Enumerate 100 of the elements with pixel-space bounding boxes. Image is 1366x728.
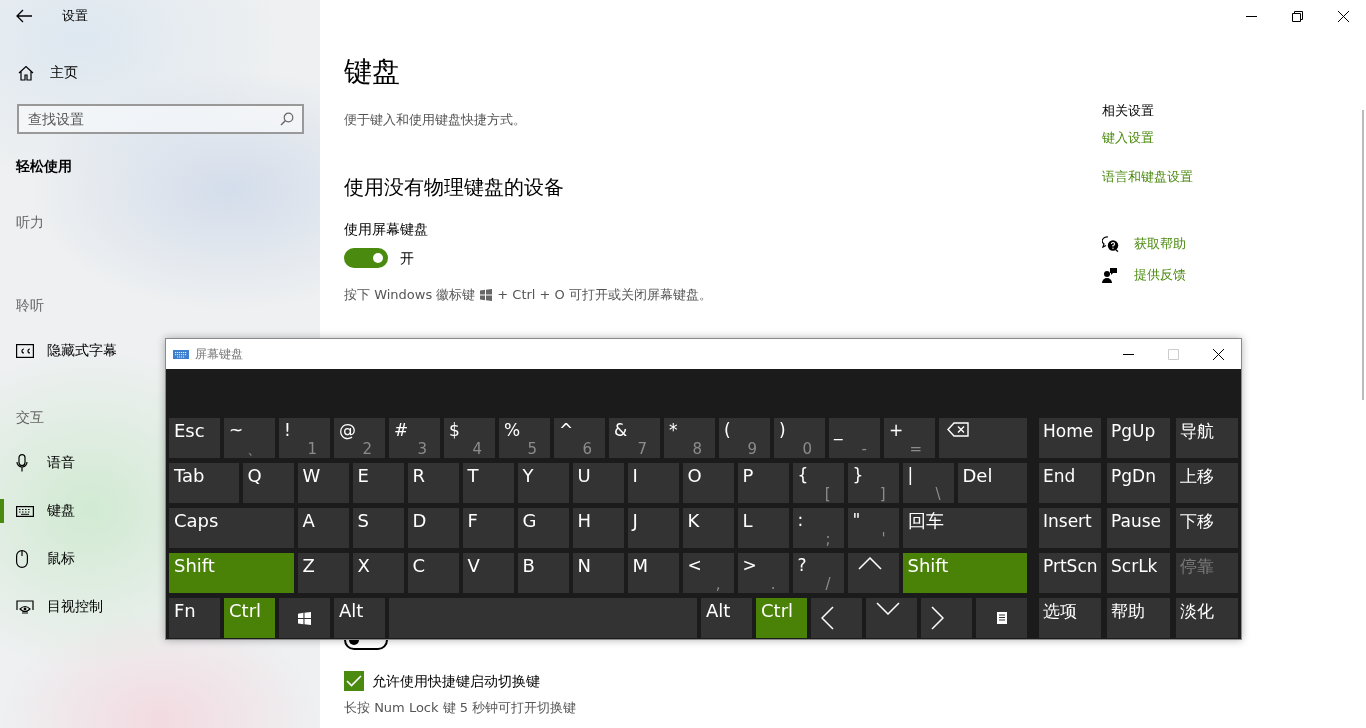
key[interactable]: * 8 xyxy=(664,418,715,458)
key[interactable]: ScrLk xyxy=(1107,553,1170,593)
key[interactable]: 回车 xyxy=(902,508,1027,548)
key[interactable]: Pause xyxy=(1107,508,1170,548)
key[interactable]: Esc xyxy=(169,418,220,458)
key[interactable]: 帮助 xyxy=(1107,598,1170,638)
key[interactable]: ) 0 xyxy=(774,418,825,458)
key[interactable]: Ctrl xyxy=(756,598,807,638)
key[interactable]: { [ xyxy=(792,463,844,503)
key[interactable]: F xyxy=(462,508,514,548)
key[interactable]: + = xyxy=(884,418,935,458)
key[interactable]: Home xyxy=(1039,418,1101,458)
search-field[interactable]: 查找设置 xyxy=(17,104,304,134)
restore-icon[interactable] xyxy=(1291,10,1303,22)
key[interactable]: Shift xyxy=(169,553,294,593)
key[interactable]: End xyxy=(1039,463,1101,503)
key[interactable]: U xyxy=(572,463,624,503)
key[interactable]: N xyxy=(572,553,624,593)
key[interactable]: < , xyxy=(682,553,734,593)
key[interactable]: Q xyxy=(242,463,294,503)
key[interactable]: Alt xyxy=(334,598,385,638)
home-link[interactable]: 主页 xyxy=(18,63,320,83)
key[interactable]: " ' xyxy=(847,508,899,548)
key[interactable]: 导航 xyxy=(1176,418,1238,458)
key[interactable]: Z xyxy=(297,553,349,593)
key[interactable]: 选项 xyxy=(1039,598,1101,638)
key[interactable]: 下移 xyxy=(1176,508,1238,548)
window-title: 设置 xyxy=(62,7,88,25)
key[interactable]: ? / xyxy=(792,553,844,593)
right-key[interactable] xyxy=(921,598,972,638)
key[interactable]: 上移 xyxy=(1176,463,1238,503)
nav-item[interactable]: 目视控制 xyxy=(0,583,111,631)
key[interactable]: Shift xyxy=(902,553,1027,593)
windows-key[interactable] xyxy=(279,598,330,638)
key[interactable]: O xyxy=(682,463,734,503)
key[interactable]: 淡化 xyxy=(1176,598,1238,638)
key[interactable]: : ; xyxy=(792,508,844,548)
key[interactable]: E xyxy=(352,463,404,503)
key[interactable]: _ - xyxy=(829,418,880,458)
menu-key[interactable] xyxy=(976,598,1027,638)
key[interactable]: W xyxy=(297,463,349,503)
key[interactable]: J xyxy=(627,508,679,548)
back-arrow-icon[interactable] xyxy=(16,9,32,23)
settings-link[interactable]: 键入设置 xyxy=(1102,128,1154,148)
key[interactable]: T xyxy=(462,463,514,503)
key[interactable]: S xyxy=(352,508,404,548)
key[interactable]: ( 9 xyxy=(719,418,770,458)
nav-item[interactable]: 键盘 xyxy=(0,487,83,535)
help-link[interactable]: 提供反馈 xyxy=(1134,265,1186,285)
key[interactable]: Alt xyxy=(701,598,752,638)
key[interactable]: Y xyxy=(517,463,569,503)
key[interactable]: Insert xyxy=(1039,508,1101,548)
key[interactable]: @ 2 xyxy=(334,418,385,458)
key[interactable]: Caps xyxy=(169,508,294,548)
key[interactable]: ^ 6 xyxy=(554,418,605,458)
shortcut-checkbox[interactable]: 允许使用快捷键启动切换键 xyxy=(344,671,540,691)
toggle-switch[interactable] xyxy=(344,248,388,268)
key[interactable]: M xyxy=(627,553,679,593)
nav-item[interactable]: 鼠标 xyxy=(0,535,83,583)
down-key[interactable] xyxy=(866,598,917,638)
key[interactable]: } ] xyxy=(847,463,899,503)
key[interactable]: L xyxy=(737,508,789,548)
key[interactable]: H xyxy=(572,508,624,548)
key[interactable]: K xyxy=(682,508,734,548)
key[interactable]: R xyxy=(407,463,459,503)
key[interactable]: A xyxy=(297,508,349,548)
up-key[interactable] xyxy=(847,553,899,593)
close-icon[interactable] xyxy=(1337,10,1349,22)
key[interactable]: Tab xyxy=(169,463,239,503)
key[interactable]: PgDn xyxy=(1107,463,1170,503)
settings-link[interactable]: 语言和键盘设置 xyxy=(1102,167,1193,187)
nav-item[interactable]: 隐藏式字幕 xyxy=(0,327,125,375)
key[interactable]: % 5 xyxy=(499,418,550,458)
scrollbar-thumb[interactable] xyxy=(1362,110,1364,400)
key[interactable]: ~ 、 xyxy=(224,418,275,458)
key[interactable]: Del xyxy=(957,463,1027,503)
key[interactable]: PrtScn xyxy=(1039,553,1101,593)
key[interactable]: & 7 xyxy=(609,418,660,458)
key[interactable]: V xyxy=(462,553,514,593)
checkbox[interactable] xyxy=(344,671,364,691)
nav-item[interactable]: 语音 xyxy=(0,439,83,487)
key[interactable]: Ctrl xyxy=(224,598,275,638)
key[interactable]: X xyxy=(352,553,404,593)
key[interactable]: # 3 xyxy=(389,418,440,458)
key[interactable]: C xyxy=(407,553,459,593)
key[interactable]: I xyxy=(627,463,679,503)
key[interactable]: Fn xyxy=(169,598,220,638)
left-key[interactable] xyxy=(811,598,862,638)
key[interactable]: $ 4 xyxy=(444,418,495,458)
key[interactable]: PgUp xyxy=(1107,418,1170,458)
key[interactable]: ! 1 xyxy=(279,418,330,458)
help-link[interactable]: 获取帮助 xyxy=(1134,234,1186,254)
key[interactable]: P xyxy=(737,463,789,503)
key[interactable]: B xyxy=(517,553,569,593)
backspace-key[interactable] xyxy=(939,418,1027,458)
key[interactable]: | \ xyxy=(902,463,954,503)
close-icon[interactable] xyxy=(1213,348,1224,360)
key[interactable]: > . xyxy=(737,553,789,593)
key[interactable]: G xyxy=(517,508,569,548)
key[interactable]: D xyxy=(407,508,459,548)
